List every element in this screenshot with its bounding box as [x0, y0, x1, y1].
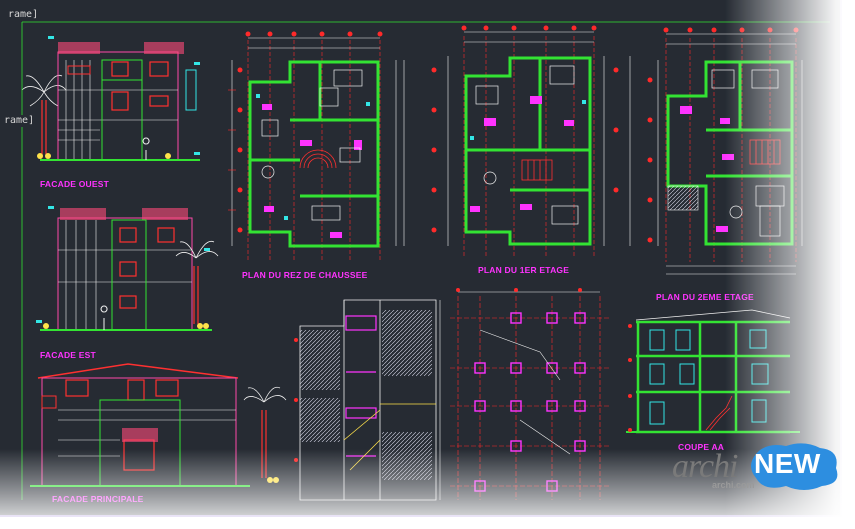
plan-rdc-label: PLAN DU REZ DE CHAUSSEE [242, 270, 368, 280]
plan-rdc-drawing [228, 31, 405, 262]
frame-tab-secondary: rame] [0, 115, 39, 127]
coupe-aa-drawing [626, 309, 800, 434]
facade-ouest-drawing [21, 36, 200, 161]
foundation-plan-drawing [294, 299, 437, 501]
facade-principale-label: FACADE PRINCIPALE [52, 494, 144, 504]
drawing-canvas [21, 21, 830, 501]
facade-ouest-label: FACADE OUEST [40, 179, 109, 189]
plan-1er-drawing [431, 25, 631, 256]
facade-est-drawing [36, 206, 219, 331]
new-badge-label: NEW [754, 448, 821, 479]
plan-1er-label: PLAN DU 1ER ETAGE [478, 265, 570, 275]
plan-2eme-label: PLAN DU 2EME ETAGE [656, 292, 754, 302]
structural-grid-drawing [439, 288, 610, 500]
plan-2eme-drawing [647, 27, 803, 275]
facade-est-label: FACADE EST [40, 350, 96, 360]
facade-principale-drawing [30, 363, 287, 487]
watermark-logo: archi archi.com NEW [668, 440, 848, 500]
